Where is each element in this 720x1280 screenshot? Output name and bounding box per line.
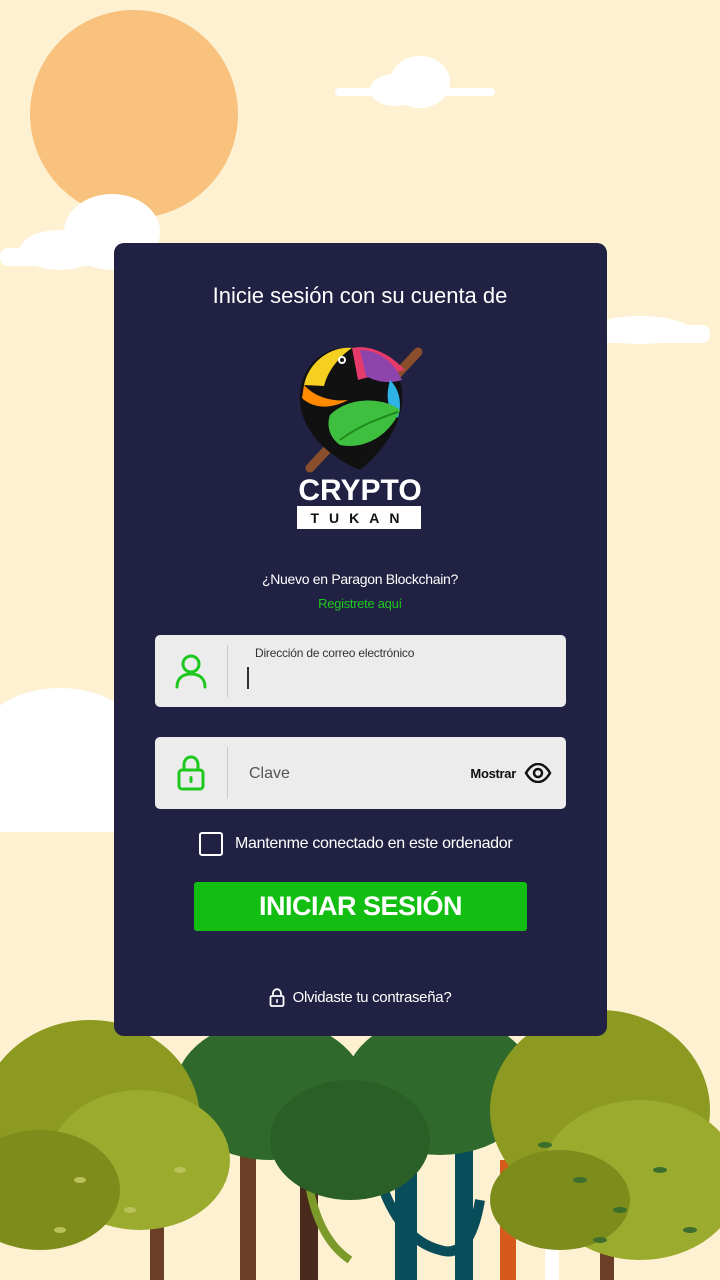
password-input[interactable] [247,759,451,789]
email-input[interactable] [247,665,551,695]
remember-me-row: Mantenme conectado en este ordenador [199,832,513,856]
register-link[interactable]: Registrete aquí [0,596,720,611]
email-field[interactable]: Dirección de correo electrónico [155,635,566,707]
password-field-divider [227,747,228,799]
lock-icon [269,988,285,1007]
new-user-prompt: ¿Nuevo en Paragon Blockchain? [262,571,458,587]
email-label: Dirección de correo electrónico [255,646,415,660]
logo-brand-top: CRYPTO [298,474,421,507]
forest [0,1010,720,1280]
user-icon [155,635,227,707]
show-password-label: Mostrar [470,765,516,781]
sun [30,10,238,218]
login-button[interactable]: INICIAR SESIÓN [194,882,527,931]
email-field-divider [227,645,228,697]
crypto-tukan-logo: CRYPTO TUKAN [297,347,423,529]
logo-brand-bottom: TUKAN [311,510,410,526]
remember-me-label: Mantenme conectado en este ordenador [235,835,513,852]
login-title: Inicie sesión con su cuenta de [212,283,508,308]
forgot-password-link[interactable]: Olvidaste tu contraseña? [0,988,720,1007]
cloud-right [590,316,710,344]
password-field[interactable]: Mostrar [155,737,566,809]
eye-icon [524,763,552,783]
remember-me-checkbox[interactable] [199,832,223,856]
lock-icon [155,737,227,809]
forgot-password-label: Olvidaste tu contraseña? [292,989,452,1006]
show-password-toggle[interactable]: Mostrar [470,759,552,787]
cloud-top [335,56,495,108]
